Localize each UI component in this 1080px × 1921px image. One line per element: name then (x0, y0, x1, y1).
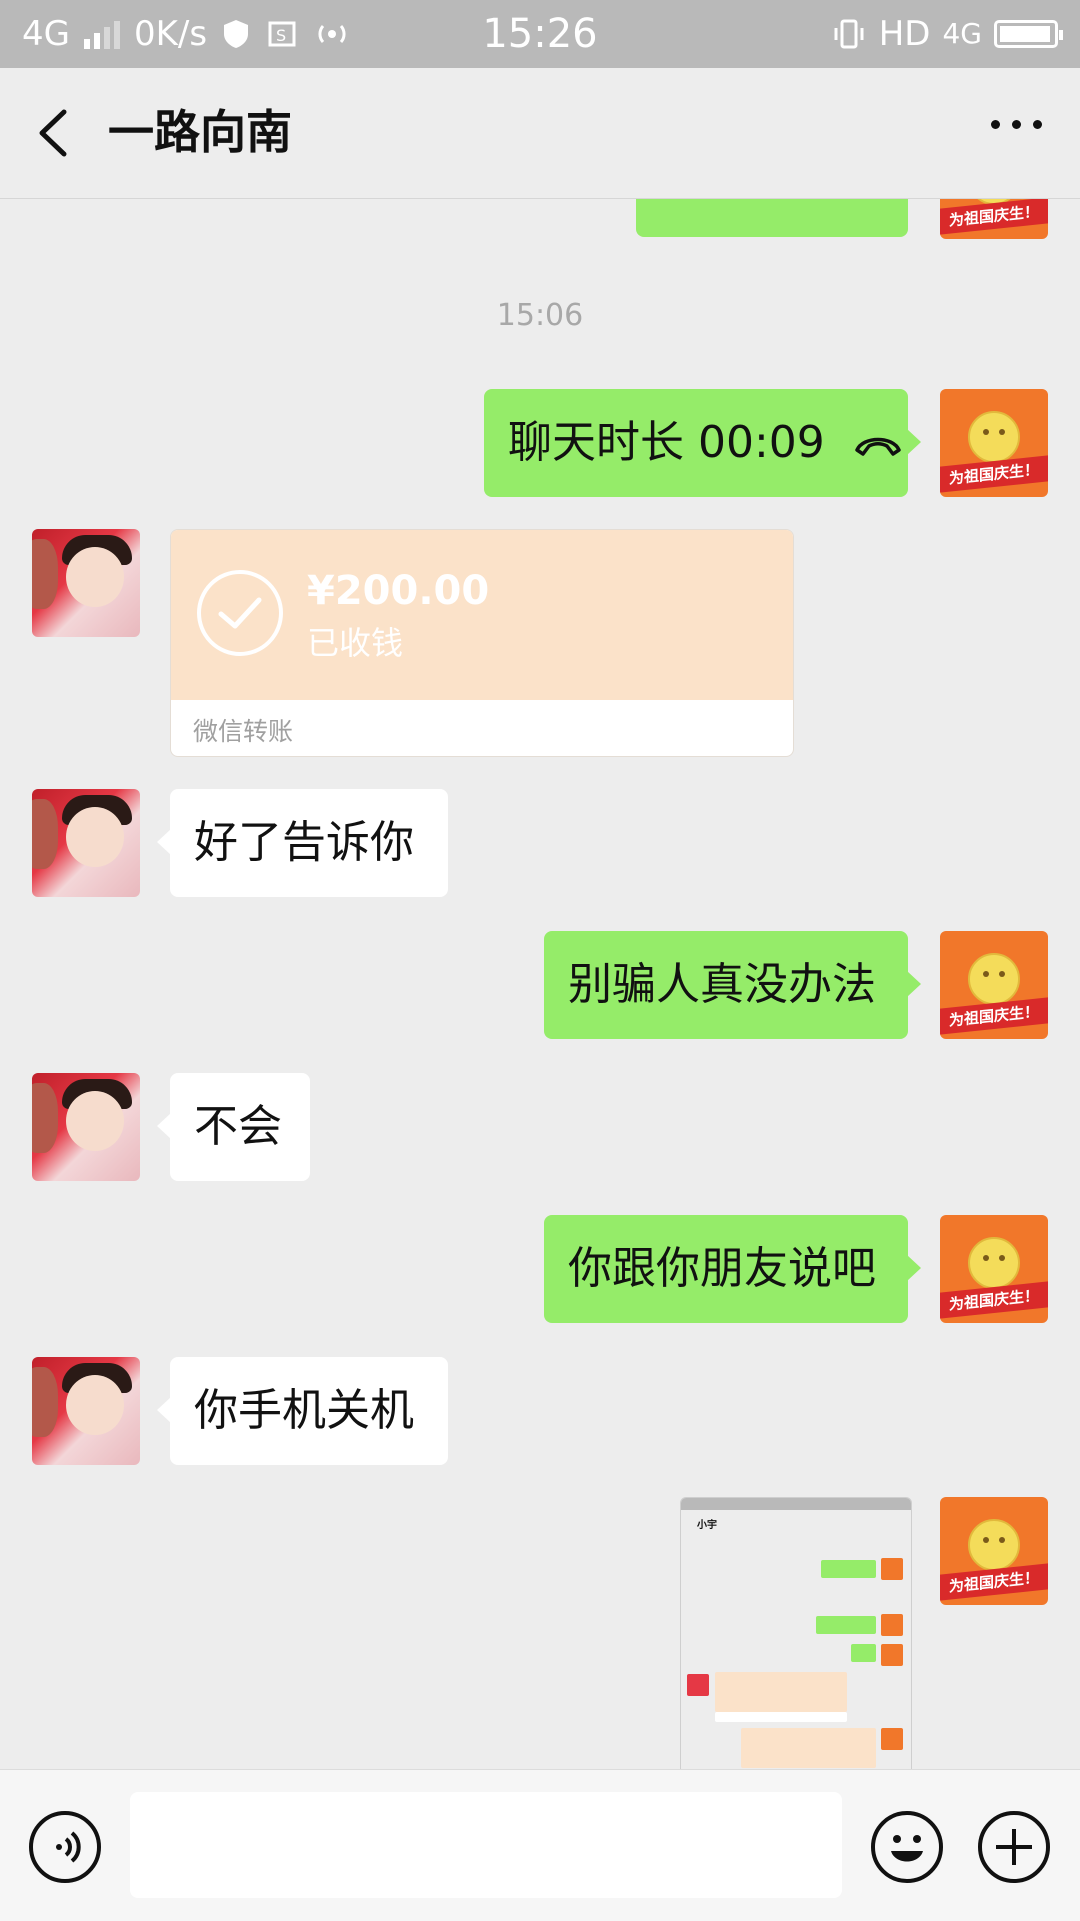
network-speed: 0K/s (133, 14, 208, 54)
network-type-right: 4G (942, 17, 982, 50)
status-bar: 15:26 4G 0K/s S HD 4G (0, 0, 1080, 68)
avatar-contact[interactable] (32, 1357, 140, 1465)
screenshot-icon: S (268, 21, 296, 47)
shield-icon (224, 20, 249, 48)
avatar-self[interactable]: 为祖国庆生！ (940, 931, 1048, 1039)
avatar-self[interactable]: 为祖国庆生！ (940, 1497, 1048, 1605)
battery-icon (994, 20, 1063, 48)
message-bubble[interactable]: 不会 (157, 1073, 310, 1181)
image-message-thumbnail[interactable]: 小宇 (680, 1497, 912, 1769)
vibrate-icon (834, 19, 864, 49)
avatar-contact[interactable] (32, 1073, 140, 1181)
hd-label: HD (878, 14, 931, 54)
status-right: HD 4G (831, 14, 1063, 54)
transfer-amount: ¥200.00 (307, 568, 490, 614)
svg-text:S: S (276, 26, 286, 45)
avatar-self[interactable]: 为祖国庆生！ (940, 389, 1048, 497)
emoji-icon[interactable] (871, 1811, 943, 1883)
message-bubble[interactable]: 好了告诉你 (157, 789, 448, 897)
check-circle-icon (197, 570, 283, 656)
back-icon[interactable] (30, 106, 80, 160)
call-duration-bubble[interactable]: 聊天时长 00:09 (484, 389, 921, 497)
message-timestamp: 15:06 (496, 298, 584, 333)
signal-icon (83, 19, 120, 49)
message-bubble[interactable]: 别骗人真没办法 (544, 931, 921, 1039)
plus-icon[interactable] (978, 1811, 1050, 1883)
voice-icon[interactable] (29, 1811, 101, 1883)
message-bubble[interactable]: 你手机关机 (157, 1357, 448, 1465)
hotspot-icon (318, 25, 346, 43)
message-input[interactable] (130, 1792, 842, 1898)
avatar-self[interactable]: 为祖国庆生！ (940, 199, 1048, 239)
more-icon[interactable] (991, 120, 1042, 129)
thumbnail-title: 小宇 (697, 1520, 717, 1531)
message-bubble-partial[interactable] (636, 199, 908, 237)
phone-hangup-icon (855, 437, 901, 456)
chat-area[interactable]: 为祖国庆生！ 15:06 聊天时长 00:09 为祖国庆生！ ¥200.00 已… (0, 199, 1080, 1769)
chat-title: 一路向南 (108, 105, 292, 159)
avatar-self[interactable]: 为祖国庆生！ (940, 1215, 1048, 1323)
status-left: 4G 0K/s S (22, 14, 351, 54)
avatar-contact[interactable] (32, 789, 140, 897)
network-type: 4G (22, 14, 70, 54)
transfer-status: 已收钱 (307, 624, 404, 662)
input-bar (0, 1769, 1080, 1921)
transfer-footer: 微信转账 (193, 717, 294, 746)
chat-header: 一路向南 (0, 68, 1080, 199)
transfer-card[interactable]: ¥200.00 已收钱 微信转账 (170, 529, 794, 757)
avatar-contact[interactable] (32, 529, 140, 637)
message-bubble[interactable]: 你跟你朋友说吧 (544, 1215, 921, 1323)
